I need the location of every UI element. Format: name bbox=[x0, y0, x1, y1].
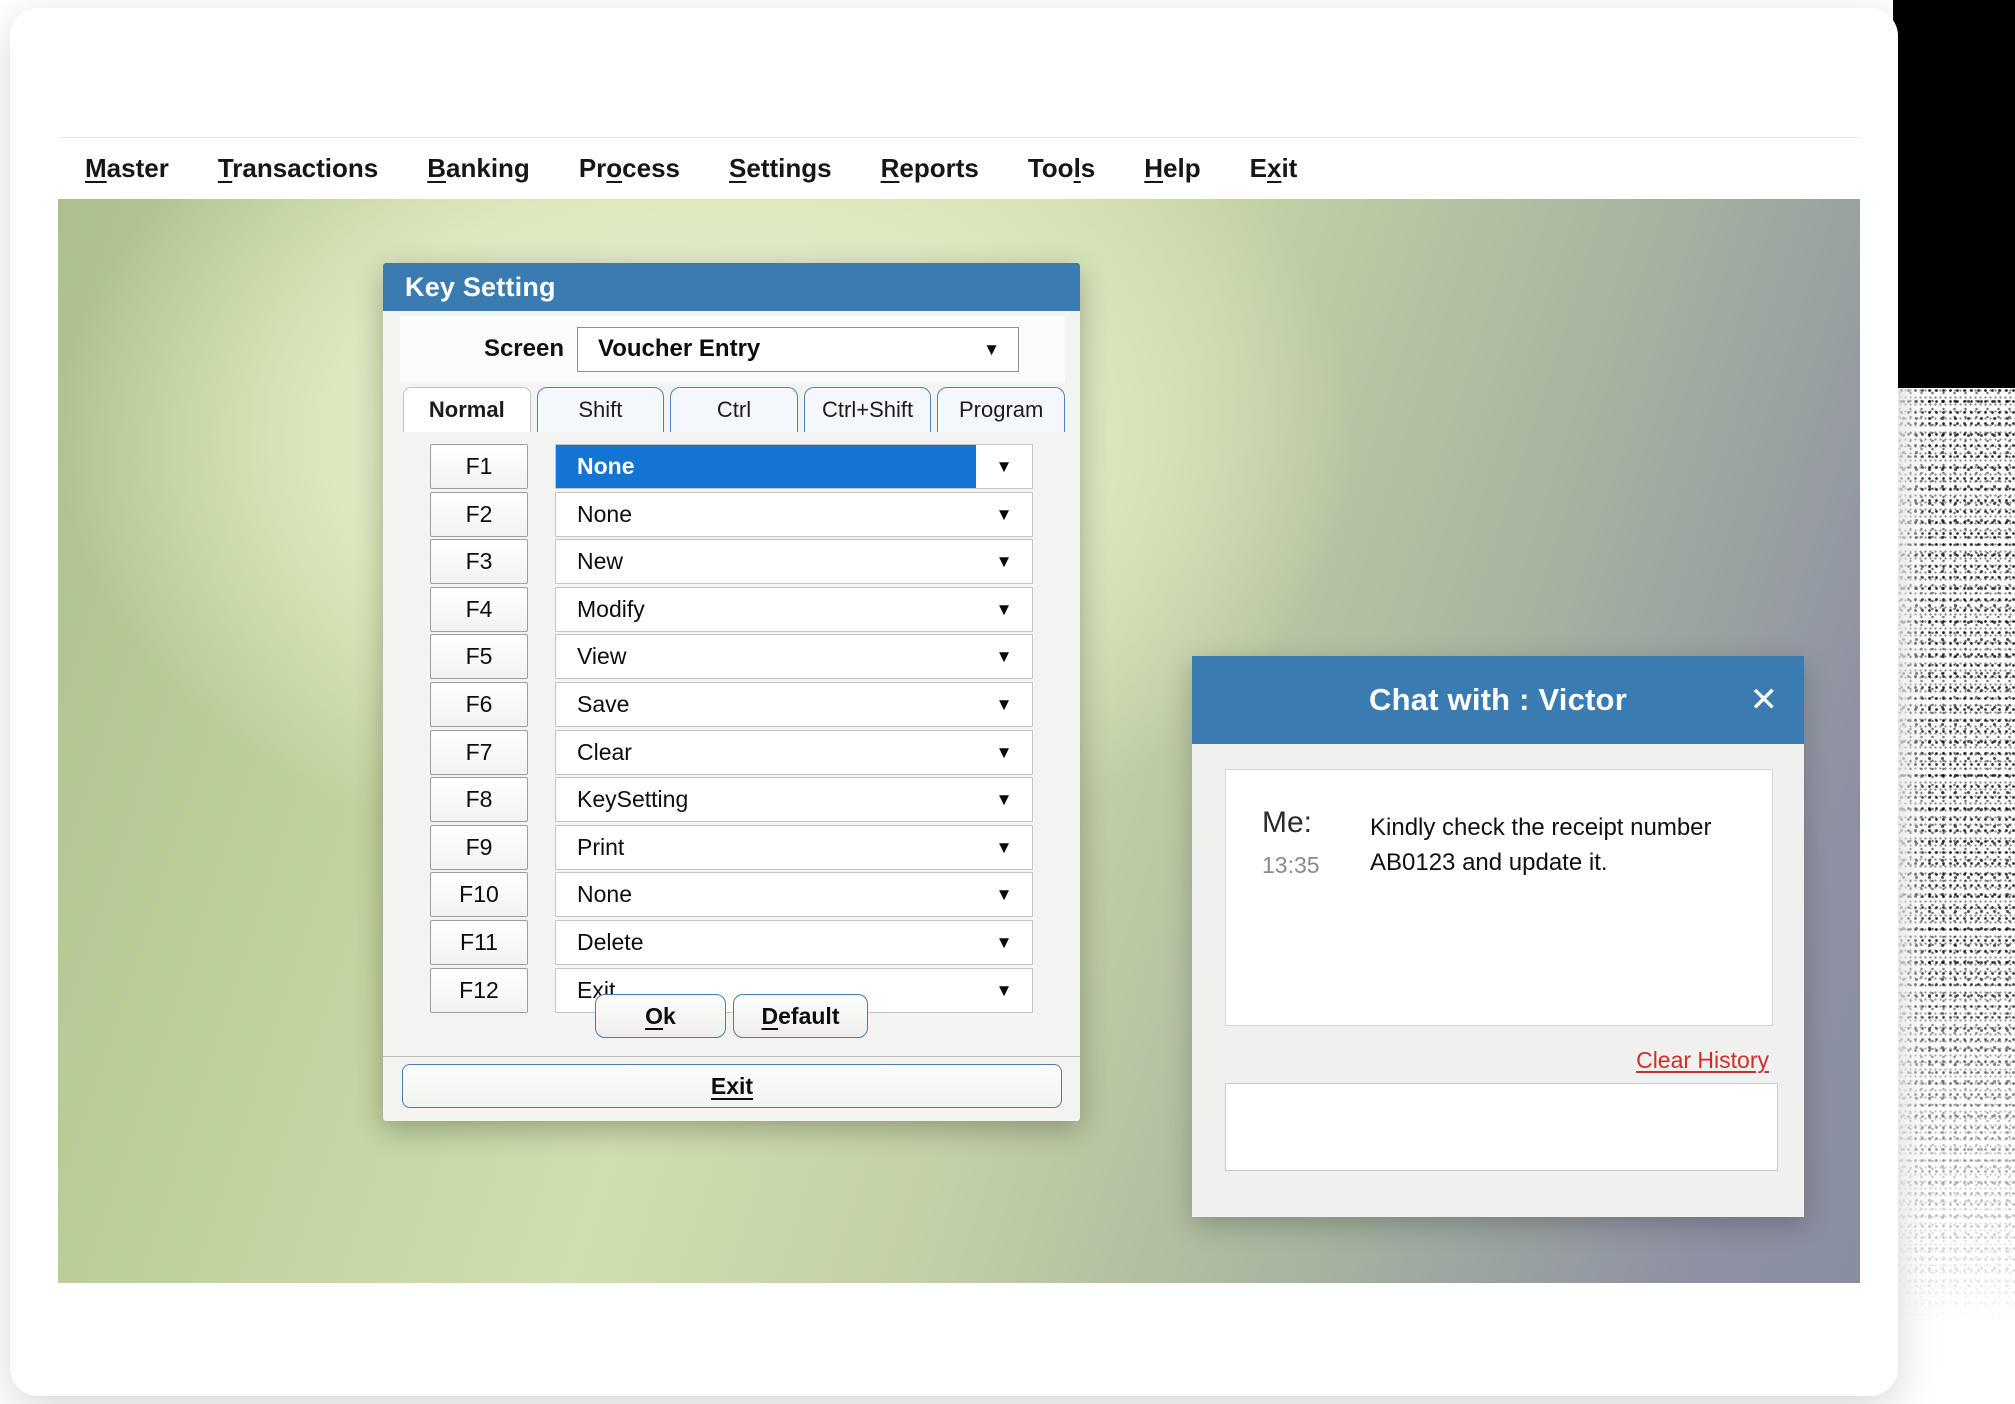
tab-ctrl-shift[interactable]: Ctrl+Shift bbox=[804, 387, 932, 432]
fkey-label: F1 bbox=[430, 444, 528, 489]
modifier-tabs: Normal Shift Ctrl Ctrl+Shift Program bbox=[403, 387, 1065, 432]
chevron-down-icon: ▼ bbox=[976, 683, 1032, 726]
app-window: Master Transactions Banking Process Sett… bbox=[10, 8, 1898, 1396]
chat-title: Chat with : Victor bbox=[1369, 682, 1627, 718]
dialog-actions: Ok Default bbox=[383, 994, 1080, 1038]
fkey-action-select[interactable]: New ▼ bbox=[555, 539, 1033, 584]
close-icon[interactable]: ✕ bbox=[1750, 656, 1779, 744]
fkey-row-f8: F8 KeySetting ▼ bbox=[430, 777, 1033, 822]
chevron-down-icon: ▼ bbox=[976, 540, 1032, 583]
fkey-action-select[interactable]: None ▼ bbox=[555, 492, 1033, 537]
screen-label: Screen bbox=[473, 335, 564, 363]
fkey-label: F4 bbox=[430, 587, 528, 632]
chevron-down-icon: ▼ bbox=[983, 341, 1000, 358]
dialog-titlebar: Key Setting bbox=[383, 263, 1080, 311]
ok-button[interactable]: Ok bbox=[595, 994, 726, 1038]
menu-settings[interactable]: Settings bbox=[729, 153, 832, 184]
fkey-label: F6 bbox=[430, 682, 528, 727]
tab-normal[interactable]: Normal bbox=[403, 387, 531, 432]
fkey-label: F5 bbox=[430, 634, 528, 679]
screen-select-value: Voucher Entry bbox=[598, 335, 983, 363]
chat-panel: Chat with : Victor ✕ Me: 13:35 Kindly ch… bbox=[1192, 656, 1804, 1217]
fkey-row-f5: F5 View ▼ bbox=[430, 634, 1033, 679]
fkey-row-f9: F9 Print ▼ bbox=[430, 825, 1033, 870]
dialog-footer-divider bbox=[383, 1056, 1080, 1057]
page: Master Transactions Banking Process Sett… bbox=[0, 0, 2015, 1404]
fkey-row-f11: F11 Delete ▼ bbox=[430, 920, 1033, 965]
menu-bar: Master Transactions Banking Process Sett… bbox=[58, 137, 1860, 199]
chat-message-meta: Me: 13:35 bbox=[1262, 806, 1370, 1025]
tab-ctrl[interactable]: Ctrl bbox=[670, 387, 798, 432]
fkey-row-f4: F4 Modify ▼ bbox=[430, 587, 1033, 632]
exit-button[interactable]: Exit bbox=[402, 1064, 1062, 1108]
fkey-label: F10 bbox=[430, 872, 528, 917]
fkey-action-select[interactable]: Print ▼ bbox=[555, 825, 1033, 870]
fkey-rows: F1 None ▼ F2 None ▼ F3 bbox=[430, 444, 1033, 1015]
menu-reports[interactable]: Reports bbox=[881, 153, 979, 184]
chevron-down-icon: ▼ bbox=[976, 635, 1032, 678]
chevron-down-icon: ▼ bbox=[976, 778, 1032, 821]
chat-message-time: 13:35 bbox=[1262, 852, 1370, 879]
chevron-down-icon: ▼ bbox=[976, 588, 1032, 631]
chevron-down-icon: ▼ bbox=[976, 731, 1032, 774]
menu-master[interactable]: Master bbox=[85, 153, 169, 184]
chat-header: Chat with : Victor ✕ bbox=[1192, 656, 1804, 744]
fkey-action-select[interactable]: Delete ▼ bbox=[555, 920, 1033, 965]
chat-message: Me: 13:35 Kindly check the receipt numbe… bbox=[1225, 769, 1773, 1026]
fkey-label: F2 bbox=[430, 492, 528, 537]
fkey-row-f10: F10 None ▼ bbox=[430, 872, 1033, 917]
screen-select[interactable]: Voucher Entry ▼ bbox=[577, 327, 1019, 372]
fkey-action-select[interactable]: Modify ▼ bbox=[555, 587, 1033, 632]
menu-transactions[interactable]: Transactions bbox=[218, 153, 378, 184]
chat-message-sender: Me: bbox=[1262, 806, 1370, 840]
chevron-down-icon: ▼ bbox=[976, 921, 1032, 964]
chevron-down-icon: ▼ bbox=[976, 445, 1032, 488]
fkey-action-select[interactable]: None ▼ bbox=[555, 872, 1033, 917]
chat-message-text: Kindly check the receipt number AB0123 a… bbox=[1370, 806, 1730, 1025]
fkey-action-select[interactable]: Save ▼ bbox=[555, 682, 1033, 727]
chevron-down-icon: ▼ bbox=[976, 873, 1032, 916]
fkey-row-f6: F6 Save ▼ bbox=[430, 682, 1033, 727]
fkey-label: F11 bbox=[430, 920, 528, 965]
chevron-down-icon: ▼ bbox=[976, 826, 1032, 869]
fkey-row-f2: F2 None ▼ bbox=[430, 492, 1033, 537]
fkey-action-select[interactable]: None ▼ bbox=[555, 444, 1033, 489]
menu-process[interactable]: Process bbox=[579, 153, 680, 184]
clear-history-link[interactable]: Clear History bbox=[1636, 1047, 1769, 1074]
fkey-label: F3 bbox=[430, 539, 528, 584]
tab-program[interactable]: Program bbox=[937, 387, 1065, 432]
menu-tools[interactable]: Tools bbox=[1028, 153, 1095, 184]
workspace-background: Key Setting Screen Voucher Entry ▼ Norma… bbox=[58, 199, 1860, 1283]
fkey-row-f1: F1 None ▼ bbox=[430, 444, 1033, 489]
chevron-down-icon: ▼ bbox=[976, 493, 1032, 536]
key-setting-dialog: Key Setting Screen Voucher Entry ▼ Norma… bbox=[383, 263, 1080, 1121]
fkey-action-select[interactable]: KeySetting ▼ bbox=[555, 777, 1033, 822]
chat-input[interactable] bbox=[1225, 1083, 1778, 1171]
tab-shift[interactable]: Shift bbox=[537, 387, 665, 432]
fkey-row-f7: F7 Clear ▼ bbox=[430, 730, 1033, 775]
menu-help[interactable]: Help bbox=[1144, 153, 1200, 184]
fkey-action-select[interactable]: View ▼ bbox=[555, 634, 1033, 679]
menu-banking[interactable]: Banking bbox=[427, 153, 530, 184]
screen-row: Screen Voucher Entry ▼ bbox=[400, 316, 1065, 382]
fkey-label: F8 bbox=[430, 777, 528, 822]
fkey-label: F7 bbox=[430, 730, 528, 775]
fkey-label: F9 bbox=[430, 825, 528, 870]
decorative-black-bar bbox=[1893, 0, 2015, 388]
default-button[interactable]: Default bbox=[733, 994, 868, 1038]
fkey-action-select[interactable]: Clear ▼ bbox=[555, 730, 1033, 775]
fkey-row-f3: F3 New ▼ bbox=[430, 539, 1033, 584]
dialog-title: Key Setting bbox=[405, 272, 556, 303]
menu-exit[interactable]: Exit bbox=[1250, 153, 1298, 184]
